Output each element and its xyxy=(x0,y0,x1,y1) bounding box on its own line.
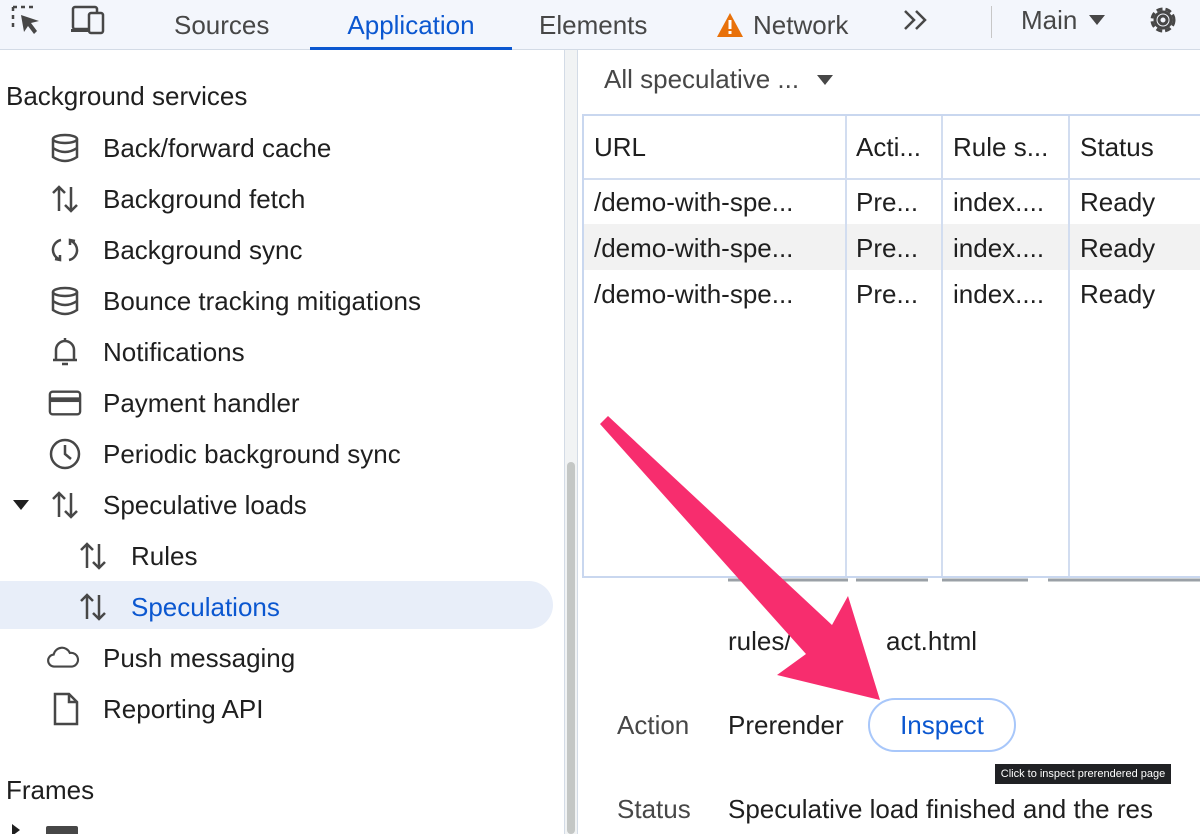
expand-triangle-icon[interactable] xyxy=(4,488,38,522)
up-down-arrows-icon xyxy=(48,488,82,522)
sidebar-item-speculations[interactable]: Speculations xyxy=(0,581,553,629)
bell-icon xyxy=(48,335,82,369)
devtools-toolbar: Sources Application Elements Network Mai… xyxy=(0,0,1200,50)
detail-url-tail: rules/ xyxy=(728,626,792,656)
dropdown-caret-icon xyxy=(817,74,834,85)
sidebar-item-periodic-background-sync[interactable]: Periodic background sync xyxy=(0,428,564,476)
cell-url: /demo-with-spe... xyxy=(594,279,794,309)
tab-network[interactable]: Network xyxy=(715,0,848,50)
credit-card-icon xyxy=(48,386,82,420)
table-header-divider xyxy=(584,178,1200,180)
column-header-url[interactable]: URL xyxy=(594,132,834,163)
section-background-services: Background services xyxy=(6,81,248,111)
sidebar-item-label: Periodic background sync xyxy=(103,439,401,469)
detail-action-value: Prerender xyxy=(728,710,844,740)
sidebar-item-back-forward-cache[interactable]: Back/forward cache xyxy=(0,122,564,170)
sidebar-item-reporting-api[interactable]: Reporting API xyxy=(0,683,564,731)
sidebar-item-label: Reporting API xyxy=(103,694,264,724)
column-divider[interactable] xyxy=(845,116,847,576)
sidebar-item-label: Speculative loads xyxy=(103,490,307,520)
column-divider[interactable] xyxy=(941,116,943,576)
sync-icon xyxy=(48,233,82,267)
up-down-arrows-icon xyxy=(76,590,110,624)
device-toolbar-icon[interactable] xyxy=(66,0,110,40)
filter-label: All speculative ... xyxy=(604,64,800,94)
main-target-select[interactable]: Main xyxy=(1021,0,1107,40)
column-header-status[interactable]: Status xyxy=(1080,132,1200,163)
database-icon xyxy=(48,284,82,318)
detail-status-label: Status xyxy=(617,794,691,824)
cell-status: Ready xyxy=(1080,279,1156,309)
table-row[interactable]: /demo-with-spe... Pre... index.... Ready xyxy=(584,224,1200,270)
cell-action: Pre... xyxy=(856,279,919,309)
sidebar-item-label: Rules xyxy=(131,541,198,571)
sidebar-item-rules[interactable]: Rules xyxy=(0,530,564,578)
detail-action-label: Action xyxy=(617,710,690,740)
sidebar-item-background-fetch[interactable]: Background fetch xyxy=(0,173,564,221)
settings-icon[interactable] xyxy=(1141,0,1185,40)
sidebar-item-label: Speculations xyxy=(131,592,280,622)
column-header-rule-set[interactable]: Rule s... xyxy=(953,132,1071,163)
sidebar-item-label: Background sync xyxy=(103,235,303,265)
table-row[interactable]: /demo-with-spe... Pre... index.... Ready xyxy=(584,270,1200,316)
cell-url: /demo-with-spe... xyxy=(594,187,794,217)
speculations-panel: All speculative ... /demo-with-spe... Pr… xyxy=(577,50,1200,834)
sidebar-item-push-messaging[interactable]: Push messaging xyxy=(0,632,564,680)
inspect-element-icon[interactable] xyxy=(4,0,48,40)
detail-status-value: Speculative load finished and the res xyxy=(728,794,1153,824)
dropdown-caret-icon xyxy=(1089,15,1106,25)
frames-top-item-icon[interactable] xyxy=(10,822,90,834)
sidebar-item-speculative-loads[interactable]: Speculative loads xyxy=(0,479,564,527)
main-target-label: Main xyxy=(1021,4,1078,35)
speculations-table: /demo-with-spe... Pre... index.... Ready… xyxy=(582,114,1200,578)
sidebar-item-background-sync[interactable]: Background sync xyxy=(0,224,564,272)
cell-action: Pre... xyxy=(856,187,919,217)
database-icon xyxy=(48,131,82,165)
document-icon xyxy=(48,692,82,726)
sidebar-item-label: Back/forward cache xyxy=(103,133,332,163)
up-down-arrows-icon xyxy=(48,182,82,216)
sidebar-item-label: Payment handler xyxy=(103,388,300,418)
more-tabs-icon[interactable] xyxy=(894,0,938,40)
column-divider[interactable] xyxy=(1068,116,1070,576)
application-sidebar: Background services Back/forward cache B… xyxy=(0,50,565,834)
sidebar-scrollbar-thumb[interactable] xyxy=(567,462,575,834)
sidebar-item-label: Push messaging xyxy=(103,643,296,673)
up-down-arrows-icon xyxy=(76,539,110,573)
toolbar-divider xyxy=(991,6,992,38)
sidebar-item-label: Background fetch xyxy=(103,184,306,214)
inspect-tooltip: Click to inspect prerendered page xyxy=(995,764,1171,784)
cell-rule-set: index.... xyxy=(953,233,1045,263)
inspect-button[interactable]: Inspect xyxy=(868,698,1016,752)
cell-rule-set: index.... xyxy=(953,279,1045,309)
table-row[interactable]: /demo-with-spe... Pre... index.... Ready xyxy=(584,178,1200,224)
cell-action: Pre... xyxy=(856,233,919,263)
tab-elements[interactable]: Elements xyxy=(539,0,647,50)
sidebar-item-label: Bounce tracking mitigations xyxy=(103,286,421,316)
column-header-action[interactable]: Acti... xyxy=(856,132,944,163)
sidebar-item-bounce-tracking[interactable]: Bounce tracking mitigations xyxy=(0,275,564,323)
clock-icon xyxy=(48,437,82,471)
detail-url-end: act.html xyxy=(886,626,978,656)
cell-rule-set: index.... xyxy=(953,187,1045,217)
warning-icon xyxy=(717,13,743,37)
tab-sources[interactable]: Sources xyxy=(174,0,269,50)
cell-status: Ready xyxy=(1080,233,1156,263)
clipped-url-text xyxy=(728,578,1200,582)
cell-url: /demo-with-spe... xyxy=(594,233,794,263)
tab-application[interactable]: Application xyxy=(310,0,512,50)
cell-status: Ready xyxy=(1080,187,1156,217)
speculation-filter-select[interactable]: All speculative ... xyxy=(604,64,835,95)
sidebar-item-notifications[interactable]: Notifications xyxy=(0,326,564,374)
cloud-icon xyxy=(46,641,80,675)
sidebar-item-payment-handler[interactable]: Payment handler xyxy=(0,377,564,425)
section-frames: Frames xyxy=(6,775,95,805)
sidebar-item-label: Notifications xyxy=(103,337,245,367)
tab-network-label: Network xyxy=(753,9,849,40)
